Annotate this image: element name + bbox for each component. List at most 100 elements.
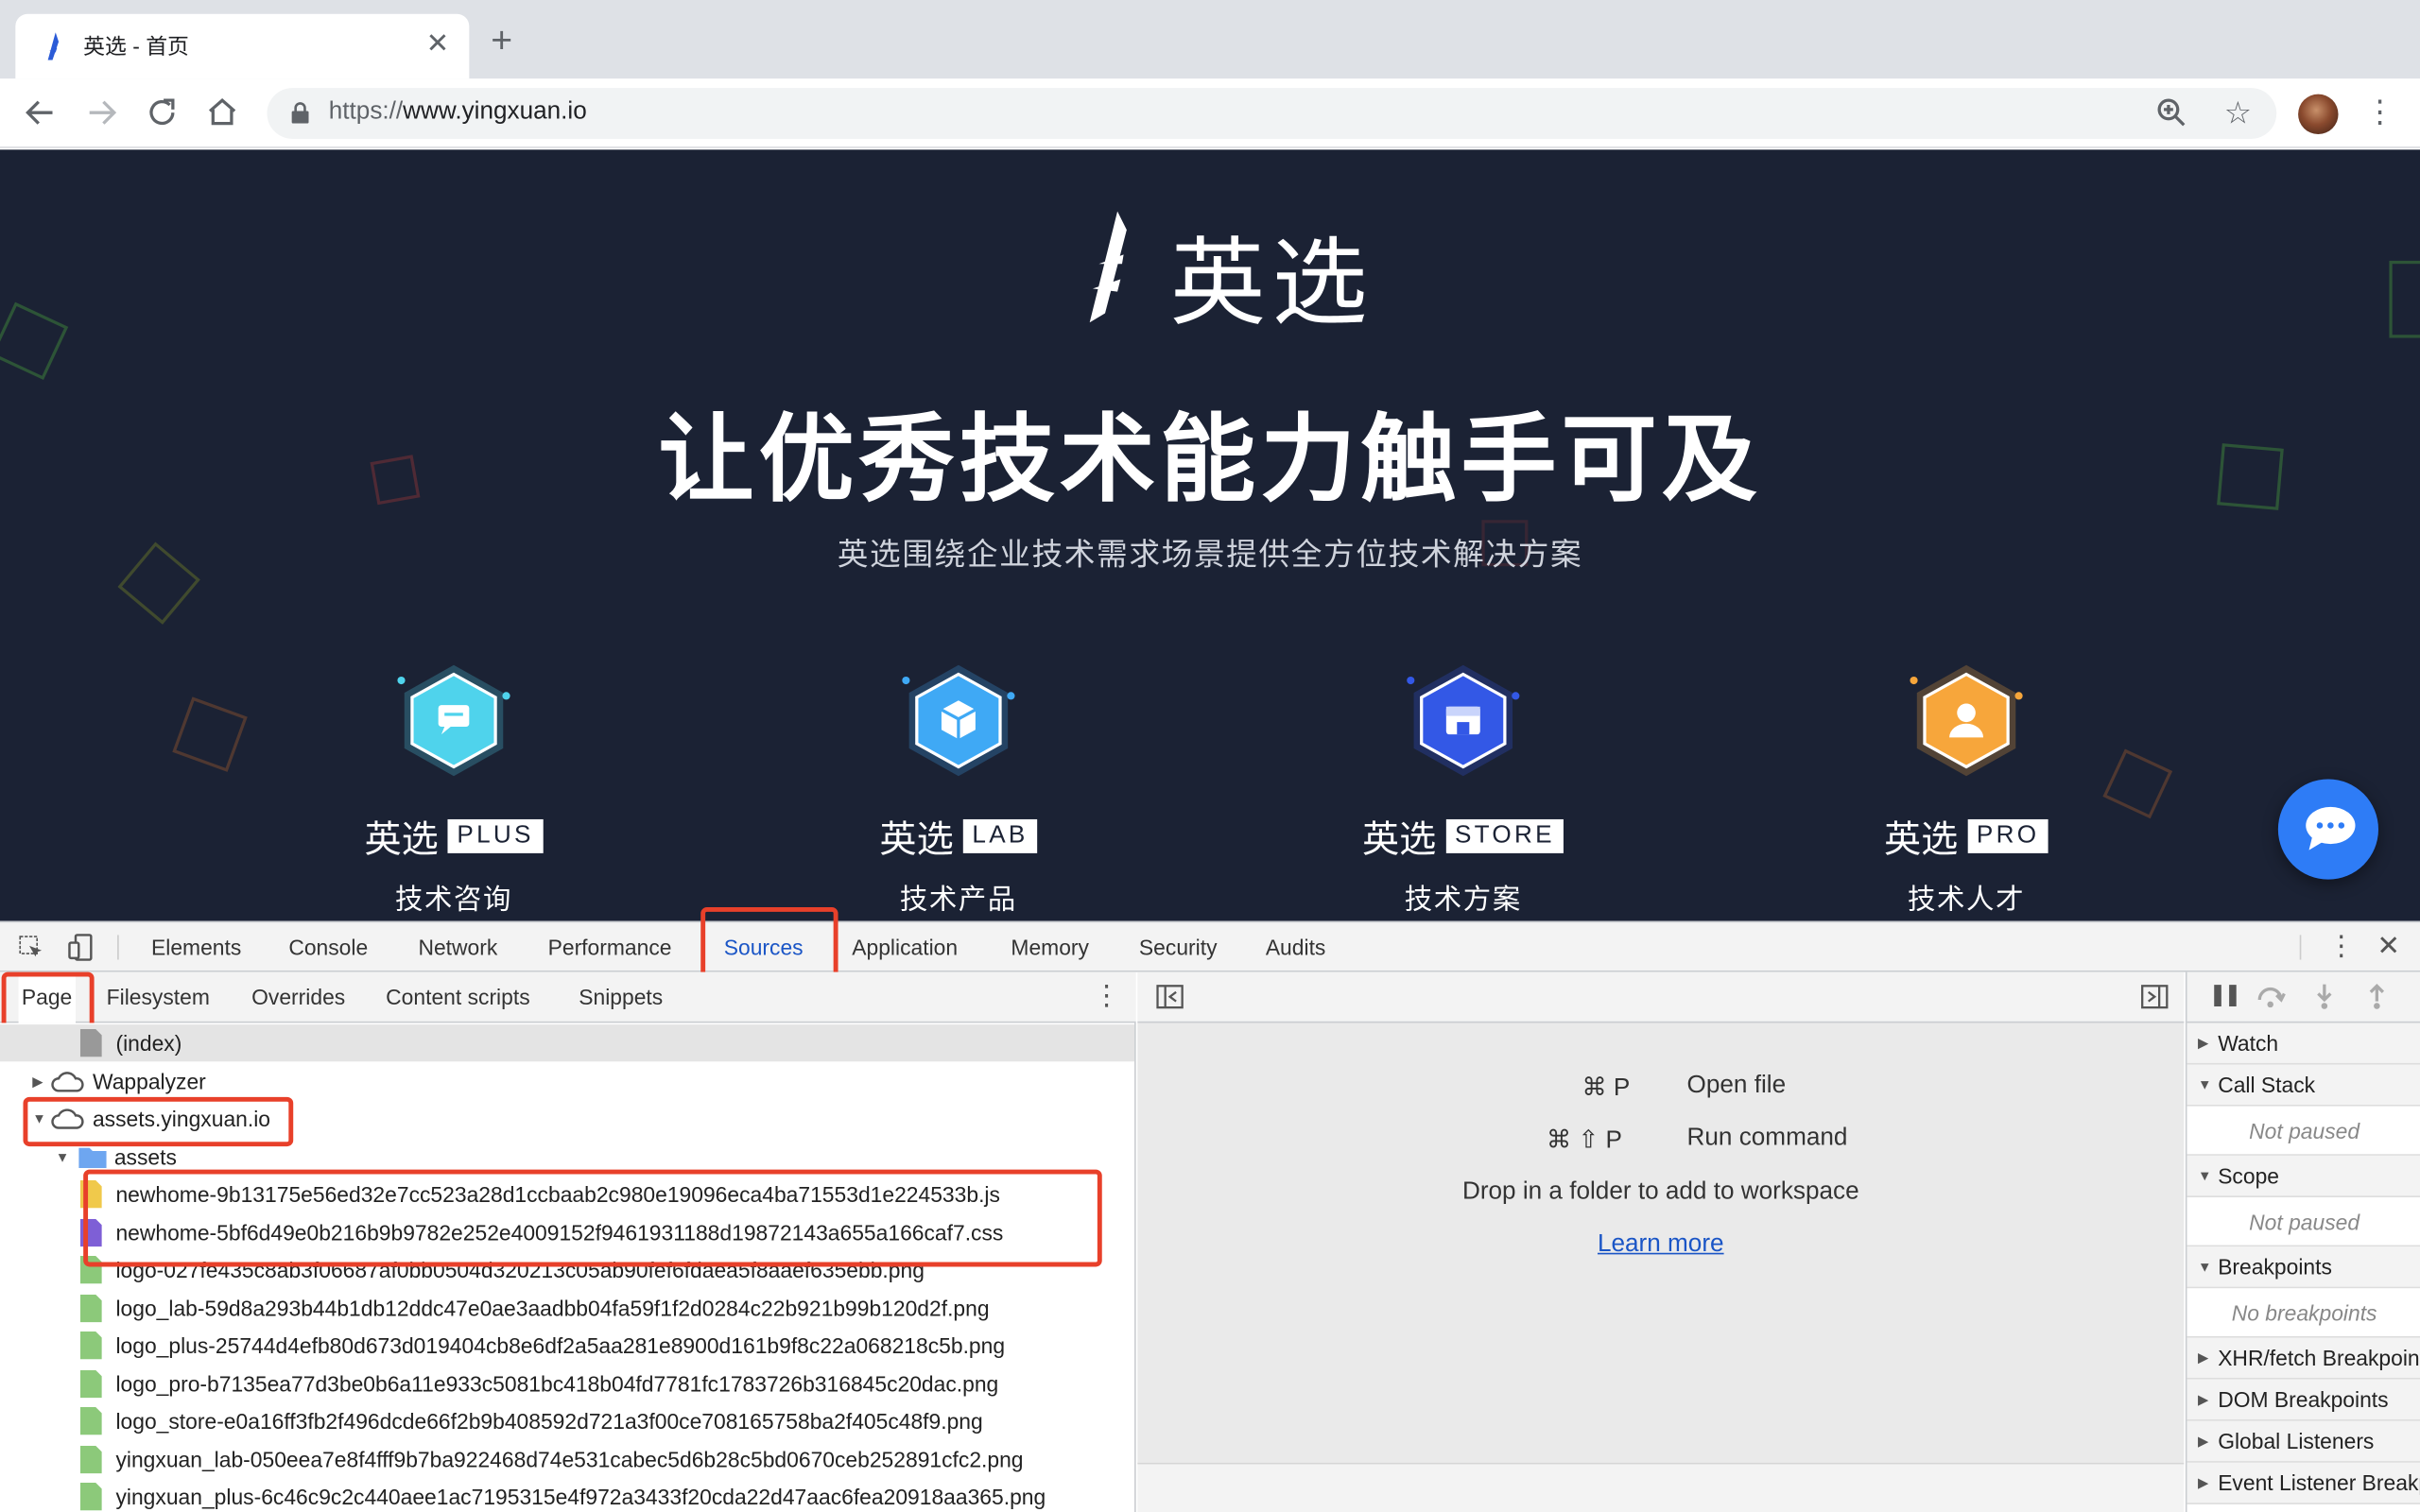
product-subtitle: 技术方案 xyxy=(1404,884,1522,916)
zoom-icon[interactable] xyxy=(2156,97,2187,129)
back-arrow-icon[interactable] xyxy=(22,94,59,131)
tree-file[interactable]: yingxuan_plus-6c46c9c2c440aee1ac7195315e… xyxy=(0,1478,1134,1512)
tree-label: logo_pro-b7135ea77d3be0b6a11e933c5081bc4… xyxy=(115,1370,999,1396)
call-stack-section[interactable]: ▼ Call Stack xyxy=(2187,1064,2420,1107)
tree-file[interactable]: logo_plus-25744d4efb80d673d019404cb8e6df… xyxy=(0,1327,1134,1364)
browser-tab[interactable]: 英选 - 首页 ✕ xyxy=(15,13,470,79)
xhr-breakpoints-label: XHR/fetch Breakpoints xyxy=(2218,1345,2420,1370)
chat-button[interactable] xyxy=(2277,779,2378,880)
xhr-breakpoints-section[interactable]: ▶ XHR/fetch Breakpoints xyxy=(2187,1337,2420,1380)
tree-file[interactable]: yingxuan_lab-050eea7e8f4fff9b7ba922468d7… xyxy=(0,1440,1134,1477)
tree-domain[interactable]: ▶ Wappalyzer xyxy=(0,1062,1134,1099)
tree-label: logo_store-e0a16ff3fb2f496dcde66f2b9b408… xyxy=(115,1408,983,1434)
document-file-icon xyxy=(79,1029,102,1057)
product-badge: PRO xyxy=(1967,818,2049,853)
chat-icon xyxy=(397,664,510,777)
call-stack-label: Call Stack xyxy=(2218,1072,2316,1097)
bookmark-star-icon[interactable]: ☆ xyxy=(2224,94,2252,133)
event-listener-breakpoints-section[interactable]: ▶ Event Listener Breakpoints xyxy=(2187,1462,2420,1504)
navigator-tabs: Page Filesystem Overrides Content scripts Sn… xyxy=(0,971,1136,1023)
step-into-icon[interactable] xyxy=(2313,983,2335,1010)
product-brand: 英选 xyxy=(879,818,954,862)
product-card-store[interactable]: 英选 STORE 技术方案 xyxy=(1309,659,1618,918)
tree-label: logo_plus-25744d4efb80d673d019404cb8e6df… xyxy=(115,1332,1006,1358)
tab-network[interactable]: Network xyxy=(418,922,497,971)
navigator-menu-icon[interactable]: ⋮ xyxy=(1093,980,1120,1012)
expand-arrow-icon: ▶ xyxy=(2197,1391,2209,1408)
product-card-pro[interactable]: 英选 PRO 技术人才 xyxy=(1812,659,2121,918)
product-card-plus[interactable]: 英选 PLUS 技术咨询 xyxy=(300,659,609,918)
image-file-icon xyxy=(79,1407,102,1435)
navigator-tab-snippets[interactable]: Snippets xyxy=(579,972,663,1023)
breakpoints-section[interactable]: ▼ Breakpoints xyxy=(2187,1246,2420,1289)
watch-section[interactable]: ▶ Watch xyxy=(2187,1022,2420,1065)
step-out-icon[interactable] xyxy=(2366,983,2388,1010)
lock-icon xyxy=(291,102,309,124)
tree-label: (index) xyxy=(115,1030,182,1056)
run-command-shortcut: ⌘ ⇧ P xyxy=(1546,1127,1622,1155)
devtools-menu-icon[interactable]: ⋮ xyxy=(2327,931,2355,963)
browser-toolbar: https://www.yingxuan.io ☆ xyxy=(0,78,2420,148)
tab-audits[interactable]: Audits xyxy=(1266,922,1326,971)
home-icon[interactable] xyxy=(204,94,241,131)
tab-close-icon[interactable]: ✕ xyxy=(426,27,450,59)
editor-toolbar xyxy=(1137,971,2185,1023)
expand-arrow-icon: ▶ xyxy=(2197,1433,2209,1450)
new-tab-button[interactable]: + xyxy=(491,23,512,60)
tree-file[interactable]: logo_store-e0a16ff3fb2f496dcde66f2b9b408… xyxy=(0,1402,1134,1439)
dom-breakpoints-section[interactable]: ▶ DOM Breakpoints xyxy=(2187,1379,2420,1421)
devtools-main-tabs: Elements Console Network Performance Sources… xyxy=(0,922,2420,972)
tab-performance[interactable]: Performance xyxy=(548,922,672,971)
learn-more-link[interactable]: Learn more xyxy=(1137,1231,2184,1259)
expand-arrow-icon: ▶ xyxy=(2197,1035,2209,1051)
image-file-icon xyxy=(79,1332,102,1360)
image-file-icon xyxy=(79,1369,102,1398)
browser-menu-icon[interactable]: ⋮ xyxy=(2364,93,2395,131)
tab-memory[interactable]: Memory xyxy=(1011,922,1089,971)
forward-arrow-icon[interactable] xyxy=(83,94,120,131)
cube-icon xyxy=(902,664,1015,777)
url-host: www.yingxuan.io xyxy=(403,98,587,126)
run-command-label: Run command xyxy=(1686,1125,1848,1151)
open-file-shortcut: ⌘ P xyxy=(1582,1074,1631,1102)
tab-console[interactable]: Console xyxy=(288,922,368,971)
navigator-tab-filesystem[interactable]: Filesystem xyxy=(107,972,210,1023)
tab-application[interactable]: Application xyxy=(852,922,958,971)
site-favicon-icon xyxy=(47,32,60,60)
toggle-navigator-icon[interactable] xyxy=(1156,985,1184,1009)
toolbar-divider xyxy=(2299,935,2302,960)
reload-icon[interactable] xyxy=(144,94,181,131)
scope-section[interactable]: ▼ Scope xyxy=(2187,1155,2420,1197)
cloud-icon xyxy=(51,1071,84,1091)
profile-avatar[interactable] xyxy=(2298,94,2339,135)
decor-square xyxy=(2389,260,2420,338)
collapse-arrow-icon: ▼ xyxy=(2197,1259,2212,1275)
toggle-debugger-icon[interactable] xyxy=(2141,985,2169,1009)
tree-file[interactable]: logo_lab-59d8a293b44b1db12ddc47e0ae3aadb… xyxy=(0,1289,1134,1326)
tree-file[interactable]: (index) xyxy=(0,1024,1135,1062)
device-toolbar-icon[interactable] xyxy=(68,934,95,961)
tree-label: yingxuan_lab-050eea7e8f4fff9b7ba922468d7… xyxy=(115,1446,1024,1471)
breakpoints-label: Breakpoints xyxy=(2218,1254,2332,1280)
inspect-element-icon[interactable] xyxy=(19,935,43,959)
watch-label: Watch xyxy=(2218,1030,2279,1056)
product-brand: 英选 xyxy=(1883,818,1959,862)
navigator-tab-overrides[interactable]: Overrides xyxy=(251,972,345,1023)
page-tab-highlight xyxy=(1,971,95,1031)
yingxuan-logo-icon xyxy=(1089,211,1127,323)
global-listeners-section[interactable]: ▶ Global Listeners xyxy=(2187,1420,2420,1463)
tab-security[interactable]: Security xyxy=(1139,922,1218,971)
product-card-lab[interactable]: 英选 LAB 技术产品 xyxy=(804,659,1114,918)
pause-icon[interactable]: ❚❚ xyxy=(2208,981,2241,1007)
product-name: 英选 STORE xyxy=(1309,809,1618,863)
product-badge: LAB xyxy=(962,818,1038,853)
domain-highlight xyxy=(23,1096,294,1147)
address-bar[interactable]: https://www.yingxuan.io ☆ xyxy=(267,88,2277,139)
step-over-icon[interactable] xyxy=(2255,985,2286,1009)
image-file-icon xyxy=(79,1445,102,1473)
tab-elements[interactable]: Elements xyxy=(151,922,241,971)
tree-file[interactable]: logo_pro-b7135ea77d3be0b6a11e933c5081bc4… xyxy=(0,1365,1134,1401)
navigator-tab-content-scripts[interactable]: Content scripts xyxy=(386,972,529,1023)
debugger-sidebar: ▶ Watch ▼ Call Stack Not paused ▼ Scope Not… xyxy=(2185,1022,2420,1512)
devtools-close-icon[interactable]: ✕ xyxy=(2377,931,2400,963)
